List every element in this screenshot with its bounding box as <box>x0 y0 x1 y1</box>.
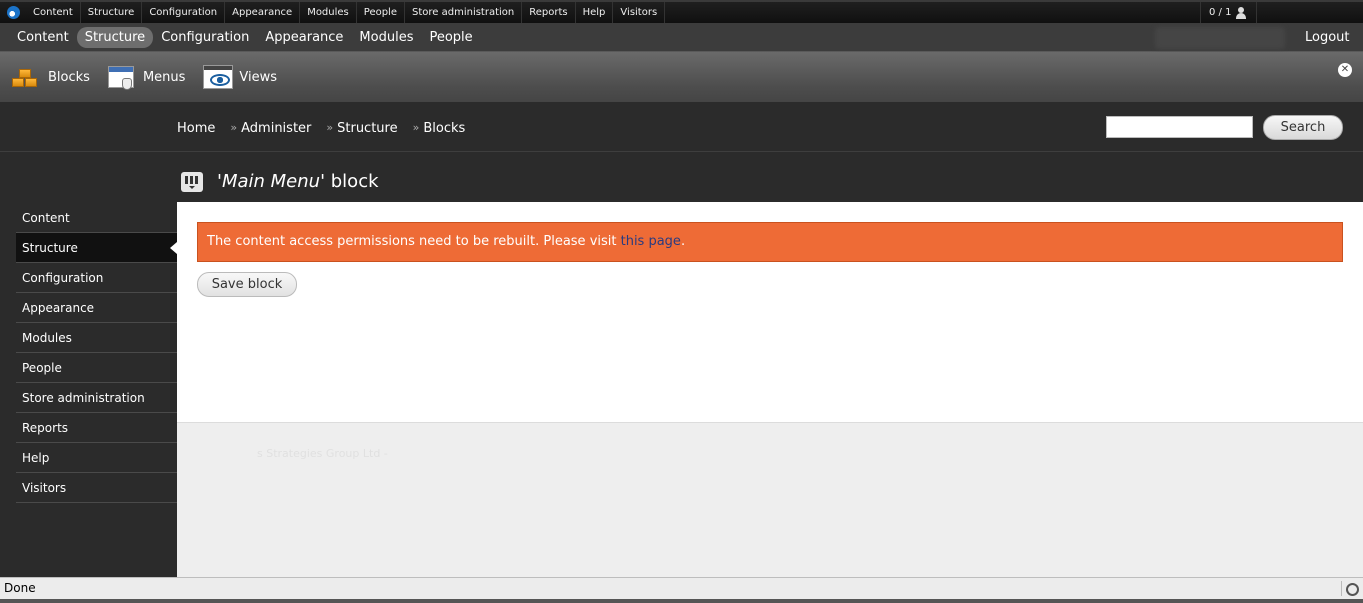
breadcrumb-administer[interactable]: Administer <box>241 121 311 136</box>
sidebar: Content Structure Configuration Appearance M… <box>0 152 177 577</box>
admin-menu-users[interactable]: 0 / 1 <box>1200 2 1258 23</box>
sidebar-item-people[interactable]: People <box>16 353 177 383</box>
toolbar-menu: Content Structure Configuration Appearance M… <box>9 26 481 48</box>
message-link[interactable]: this page <box>621 234 681 249</box>
toolbar-item-people[interactable]: People <box>421 27 480 48</box>
menus-icon <box>107 63 136 91</box>
sidebar-item-reports[interactable]: Reports <box>16 413 177 443</box>
search-input[interactable] <box>1106 116 1253 138</box>
message-suffix: . <box>680 234 686 249</box>
sidebar-item-help[interactable]: Help <box>16 443 177 473</box>
shortcut-menus[interactable]: Menus <box>107 63 186 91</box>
admin-menu-items: Content Structure Configuration Appearance M… <box>26 2 666 23</box>
footer: s Strategies Group Ltd - <box>177 422 1363 577</box>
sidebar-item-appearance[interactable]: Appearance <box>16 293 177 323</box>
admin-menu-item-reports[interactable]: Reports <box>522 2 576 23</box>
sidebar-item-structure[interactable]: Structure <box>16 233 177 263</box>
admin-menu-item-help[interactable]: Help <box>576 2 614 23</box>
users-count: 0 / 1 <box>1209 7 1232 18</box>
breadcrumb-structure[interactable]: Structure <box>337 121 397 136</box>
admin-menu-item-modules[interactable]: Modules <box>300 2 357 23</box>
breadcrumb-separator: » <box>412 121 420 134</box>
admin-menu-item-people[interactable]: People <box>357 2 405 23</box>
message-text: The content access permissions need to b… <box>207 234 621 249</box>
breadcrumb-blocks[interactable]: Blocks <box>423 121 465 136</box>
breadcrumb-separator: » <box>326 121 334 134</box>
taskbar-strip <box>0 599 1363 603</box>
page-title-area: 'Main Menu' block <box>177 152 1363 202</box>
breadcrumb-home[interactable]: Home <box>177 121 215 136</box>
shortcut-views[interactable]: Views <box>203 65 277 89</box>
page-title: 'Main Menu' block <box>217 171 379 192</box>
status-icon <box>1341 581 1359 596</box>
logout-link[interactable]: Logout <box>1305 30 1350 45</box>
toolbar-item-content[interactable]: Content <box>9 27 77 48</box>
breadcrumb-separator: » <box>230 121 238 134</box>
blocks-icon <box>12 66 44 88</box>
toolbar-item-modules[interactable]: Modules <box>351 27 421 48</box>
shortcut-blocks[interactable]: Blocks <box>12 66 90 88</box>
toolbar-item-structure[interactable]: Structure <box>76 26 154 48</box>
sidebar-item-configuration[interactable]: Configuration <box>16 263 177 293</box>
toolbar-item-configuration[interactable]: Configuration <box>153 27 257 48</box>
admin-menu-item-appearance[interactable]: Appearance <box>225 2 301 23</box>
users-icon <box>1234 6 1248 19</box>
admin-menu-item-visitors[interactable]: Visitors <box>613 2 666 23</box>
sidebar-item-visitors[interactable]: Visitors <box>16 473 177 503</box>
drupal-logo-icon[interactable] <box>0 2 26 23</box>
main-content: The content access permissions need to b… <box>177 202 1363 422</box>
footer-text: s Strategies Group Ltd - <box>257 447 388 460</box>
sidebar-item-store-administration[interactable]: Store administration <box>16 383 177 413</box>
search-button[interactable]: Search <box>1263 115 1343 140</box>
admin-menu-item-configuration[interactable]: Configuration <box>142 2 226 23</box>
shortcuts-bar: Blocks Menus Views ✕ <box>0 52 1363 102</box>
breadcrumb: Home » Administer » Structure » Blocks <box>177 121 480 136</box>
status-text: Done <box>4 581 36 595</box>
user-name-redacted <box>1155 27 1285 49</box>
sidebar-nav: Content Structure Configuration Appearance M… <box>16 203 177 503</box>
toolbar-item-appearance[interactable]: Appearance <box>257 27 351 48</box>
close-icon[interactable]: ✕ <box>1338 63 1352 77</box>
save-block-button[interactable]: Save block <box>197 272 297 297</box>
block-icon <box>181 172 203 192</box>
status-bar: Done <box>0 577 1363 599</box>
views-icon <box>203 65 234 89</box>
shortcut-label: Blocks <box>48 69 90 85</box>
admin-menu-item-store-administration[interactable]: Store administration <box>405 2 523 23</box>
toolbar: Content Structure Configuration Appearance M… <box>0 23 1363 52</box>
error-message: The content access permissions need to b… <box>197 222 1343 262</box>
header: Home » Administer » Structure » Blocks S… <box>0 102 1363 152</box>
shortcut-label: Views <box>239 69 278 85</box>
admin-menu-item-structure[interactable]: Structure <box>81 2 143 23</box>
shortcut-label: Menus <box>142 69 186 85</box>
sidebar-item-modules[interactable]: Modules <box>16 323 177 353</box>
page-title-em: Main Menu <box>221 171 321 192</box>
sidebar-item-content[interactable]: Content <box>16 203 177 233</box>
admin-menu: Content Structure Configuration Appearance M… <box>0 0 1363 23</box>
admin-menu-item-content[interactable]: Content <box>26 2 81 23</box>
